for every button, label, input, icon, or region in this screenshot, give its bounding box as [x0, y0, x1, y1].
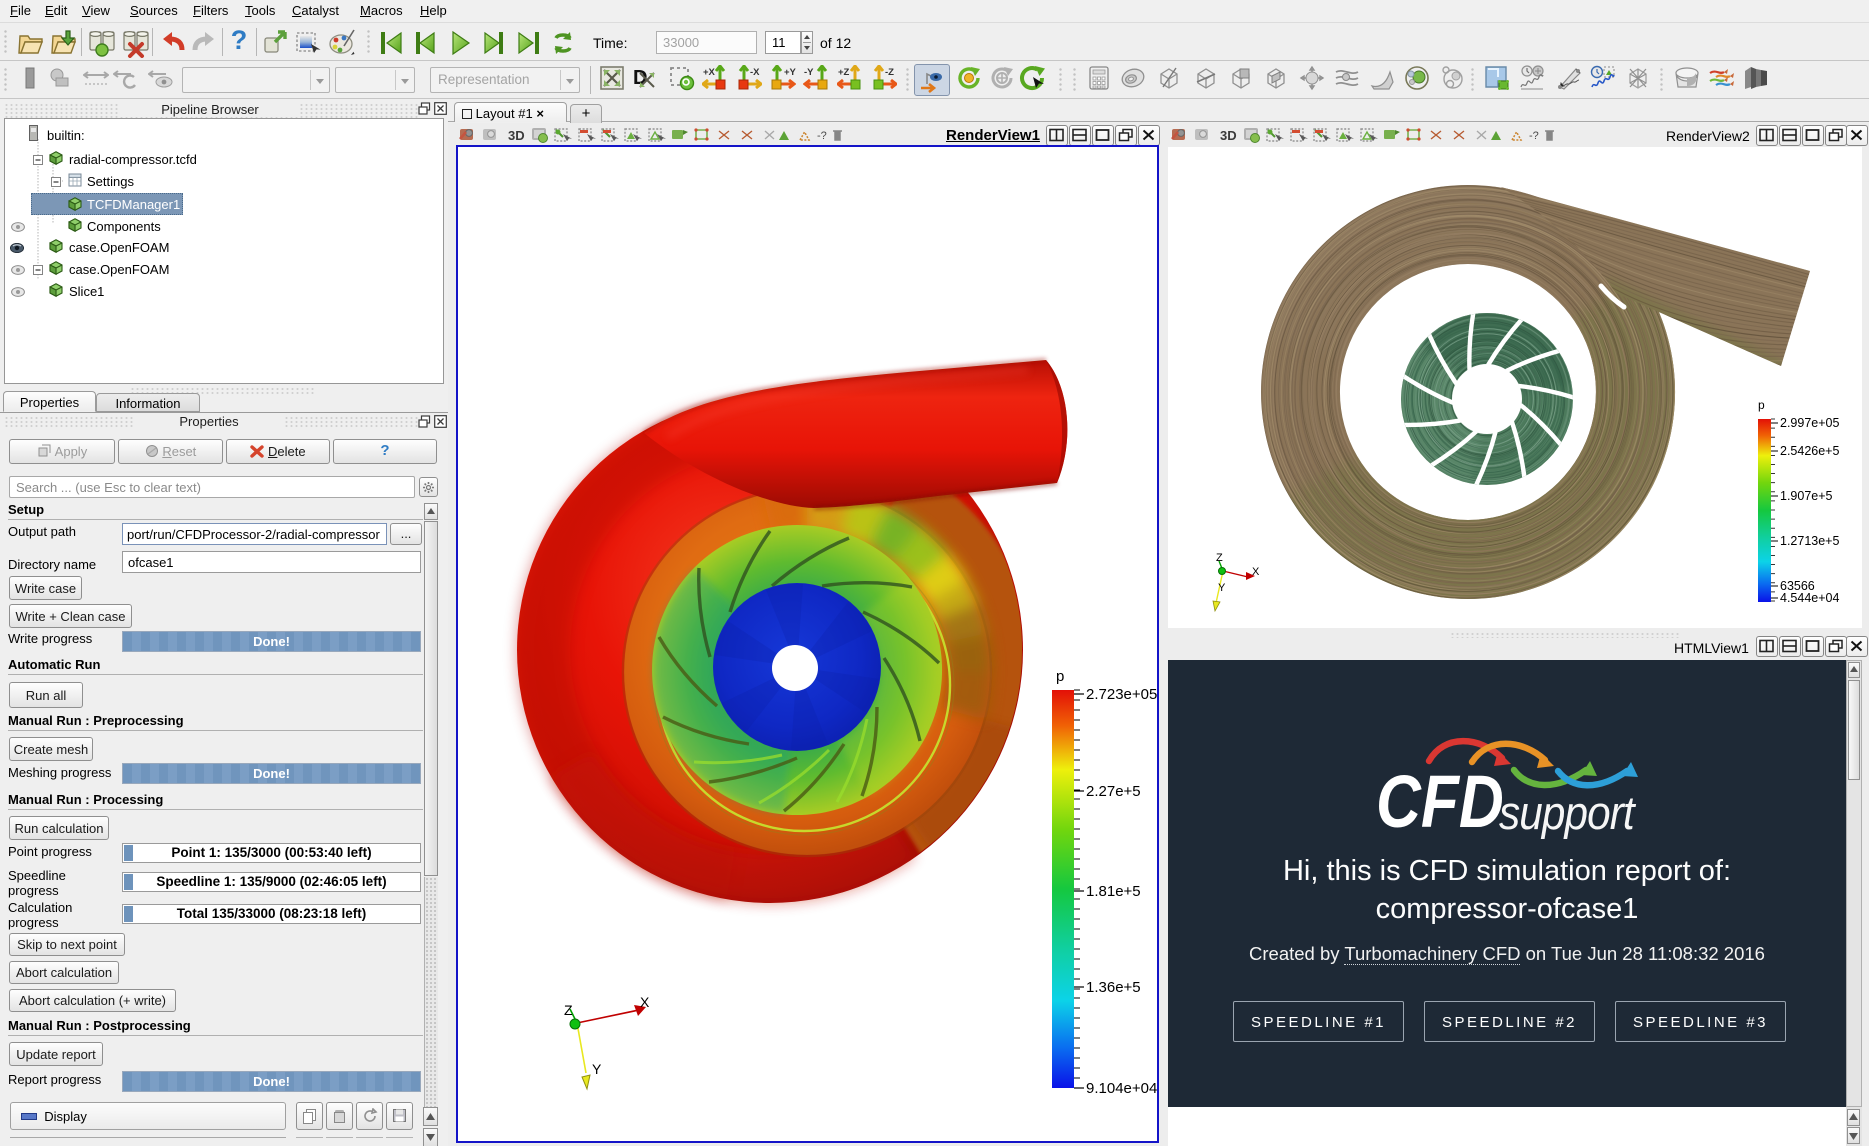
svg-text:+Z: +Z — [838, 67, 850, 78]
svg-text:1.2713e+5: 1.2713e+5 — [1780, 534, 1839, 548]
svg-text:CFD: CFD — [1376, 761, 1504, 843]
svg-text:2.5426e+5: 2.5426e+5 — [1780, 444, 1839, 458]
svg-text:+Y: +Y — [784, 67, 796, 78]
svg-text:Z: Z — [564, 1002, 573, 1018]
svg-text:p: p — [1758, 398, 1765, 412]
svg-text:2.723e+05: 2.723e+05 — [1086, 686, 1157, 703]
svg-text:X: X — [1252, 566, 1260, 578]
svg-text:2.997e+05: 2.997e+05 — [1780, 416, 1839, 430]
svg-text:2.27e+5: 2.27e+5 — [1086, 783, 1141, 800]
svg-text:-Z: -Z — [885, 67, 894, 78]
svg-text:Y: Y — [592, 1061, 602, 1077]
svg-text:Y: Y — [1218, 582, 1226, 594]
svg-text:9.104e+04: 9.104e+04 — [1086, 1080, 1157, 1097]
svg-text:1.36e+5: 1.36e+5 — [1086, 979, 1141, 996]
svg-text:4.544e+04: 4.544e+04 — [1780, 591, 1839, 605]
svg-text:-Y: -Y — [804, 67, 814, 78]
svg-text:support: support — [1499, 788, 1636, 840]
svg-text:X: X — [640, 994, 650, 1010]
svg-text:Z: Z — [1216, 552, 1223, 564]
svg-text:p: p — [1056, 668, 1064, 685]
svg-text:-X: -X — [750, 67, 760, 78]
svg-text:1.81e+5: 1.81e+5 — [1086, 883, 1141, 900]
svg-text:+X: +X — [703, 67, 716, 78]
svg-text:1.907e+5: 1.907e+5 — [1780, 489, 1833, 503]
